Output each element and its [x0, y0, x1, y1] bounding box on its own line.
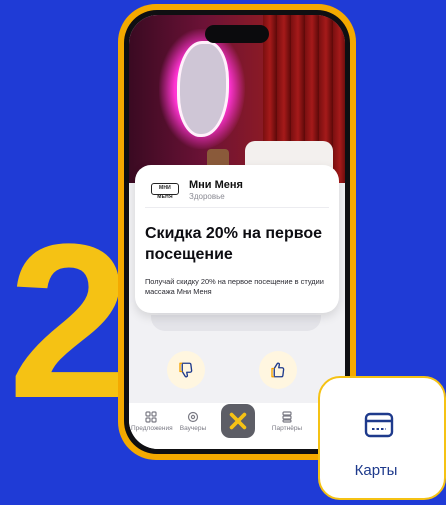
- cards-label: Карты: [354, 462, 398, 479]
- cross-logo-icon: [229, 412, 247, 430]
- merchant-logo: МНИ МЕНЯ: [151, 183, 179, 200]
- cards-tab-badge[interactable]: Карты: [318, 376, 446, 500]
- stack-icon: [282, 411, 292, 423]
- merchant-category: Здоровье: [189, 192, 225, 201]
- thumbs-up-icon: [271, 362, 285, 378]
- like-button[interactable]: [259, 351, 297, 389]
- dislike-button[interactable]: [167, 351, 205, 389]
- merchant-row[interactable]: МНИ МЕНЯ Мни Меня Здоровье: [145, 177, 335, 203]
- offer-card[interactable]: МНИ МЕНЯ Мни Меня Здоровье Скидка 20% на…: [135, 165, 339, 313]
- grid-icon: [145, 411, 157, 423]
- tab-partners[interactable]: Партнёры: [267, 411, 307, 432]
- bottom-tab-bar: Предложения Ваучеры Партнёры: [129, 403, 345, 449]
- merchant-name: Мни Меня: [189, 179, 243, 191]
- gear-badge-icon: [187, 411, 199, 423]
- stacked-card-edge: [151, 315, 321, 331]
- divider: [145, 207, 329, 208]
- tab-label: Партнёры: [271, 425, 303, 432]
- offer-title: Скидка 20% на первое посещение: [145, 225, 323, 263]
- phone-bezel: МНИ МЕНЯ Мни Меня Здоровье Скидка 20% на…: [124, 10, 350, 454]
- credit-card-icon: [364, 412, 394, 438]
- thumbs-down-icon: [179, 362, 193, 378]
- tab-home[interactable]: [221, 404, 255, 438]
- offer-description: Получай скидку 20% на первое посещение в…: [145, 277, 324, 296]
- phone-screen: МНИ МЕНЯ Мни Меня Здоровье Скидка 20% на…: [129, 15, 345, 449]
- tab-vouchers[interactable]: Ваучеры: [173, 411, 213, 432]
- tab-label: Предложения: [131, 425, 173, 432]
- tab-label: Ваучеры: [179, 425, 207, 432]
- tab-offers[interactable]: Предложения: [131, 411, 173, 432]
- step-number: 2: [8, 198, 130, 444]
- camera-notch: [205, 25, 269, 43]
